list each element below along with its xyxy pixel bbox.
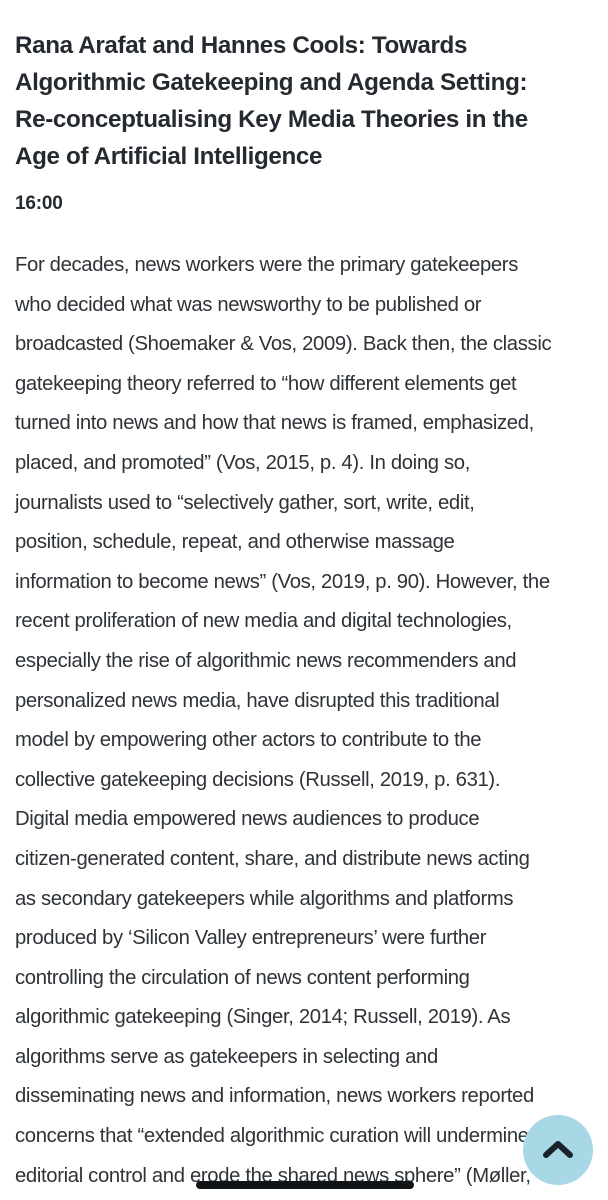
body-line: collective gatekeeping decisions (Russel… (15, 768, 501, 791)
title-line: Age of Artificial Intelligence (15, 143, 323, 170)
title-line: Re-conceptualising Key Media Theories in… (15, 106, 528, 133)
body-line: personalized news media, have disrupted … (15, 689, 500, 712)
body-line: recent proliferation of new media and di… (15, 610, 512, 633)
body-line: Digital media empowered news audiences t… (15, 808, 480, 831)
body-line: disseminating news and information, news… (15, 1085, 534, 1108)
body-line: journalists used to “selectively gather,… (15, 491, 475, 514)
chevron-up-icon (543, 1141, 573, 1158)
body-line: editorial control and erode the shared n… (15, 1164, 531, 1187)
body-line: produced by ‘Silicon Valley entrepreneur… (15, 927, 487, 950)
home-indicator (196, 1181, 414, 1189)
article: Rana Arafat and Hannes Cools: Towards Al… (15, 0, 600, 1196)
body-line: algorithms serve as gatekeepers in selec… (15, 1045, 438, 1068)
body-line: model by empowering other actors to cont… (15, 729, 482, 752)
scroll-to-top-button[interactable] (523, 1115, 593, 1185)
title-line: Rana Arafat and Hannes Cools: Towards (15, 32, 468, 59)
body-line: broadcasted (Shoemaker & Vos, 2009). Bac… (15, 333, 552, 356)
body-line: position, schedule, repeat, and otherwis… (15, 531, 455, 554)
body-line: who decided what was newsworthy to be pu… (15, 293, 482, 316)
body-line: especially the rise of algorithmic news … (15, 649, 517, 672)
body-line: placed, and promoted” (Vos, 2015, p. 4).… (15, 451, 470, 474)
body-line: concerns that “extended algorithmic cura… (15, 1125, 529, 1148)
body-line: information to become news” (Vos, 2019, … (15, 570, 550, 593)
body-line: gatekeeping theory referred to “how diff… (15, 372, 517, 395)
body-line: citizen-generated content, share, and di… (15, 847, 530, 870)
body-line: algorithmic gatekeeping (Singer, 2014; R… (15, 1006, 511, 1029)
session-time: 16:00 (15, 193, 63, 214)
article-body: For decades, news workers were the prima… (15, 246, 600, 1196)
title-line: Algorithmic Gatekeeping and Agenda Setti… (15, 69, 528, 96)
body-line: For decades, news workers were the prima… (15, 254, 519, 276)
body-line: turned into news and how that news is fr… (15, 412, 534, 435)
article-title: Rana Arafat and Hannes Cools: Towards Al… (15, 0, 600, 175)
body-line: as secondary gatekeepers while algorithm… (15, 887, 514, 910)
body-line: controlling the circulation of news cont… (15, 966, 470, 989)
